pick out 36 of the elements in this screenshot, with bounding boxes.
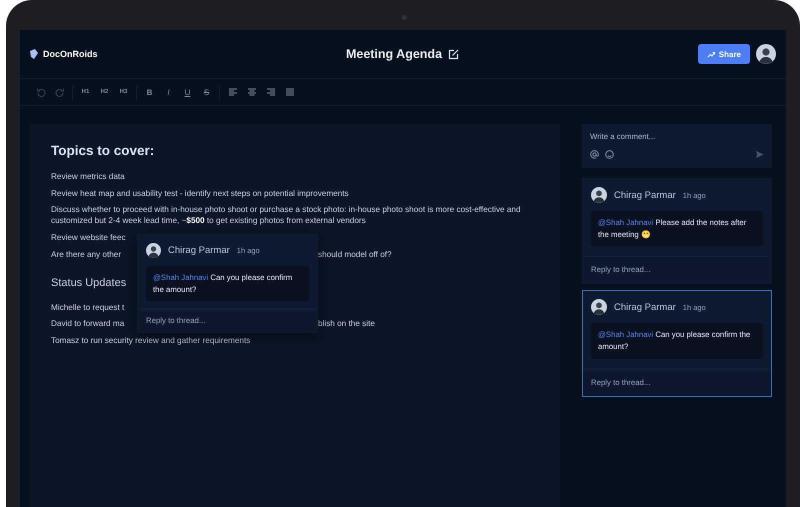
agenda-item: David to forward ma bbox=[51, 318, 124, 330]
underline-button[interactable]: U bbox=[180, 84, 195, 100]
user-avatar[interactable] bbox=[756, 44, 776, 64]
mention-icon[interactable] bbox=[590, 150, 599, 159]
agenda-item: Are there any other bbox=[51, 248, 122, 260]
author-name: Chirag Parmar bbox=[614, 190, 676, 200]
section-heading: Status Updates bbox=[51, 276, 126, 289]
agenda-item: blish on the site bbox=[318, 318, 375, 330]
strike-button[interactable]: S bbox=[199, 84, 214, 100]
agenda-item: Michelle to request t bbox=[51, 302, 124, 313]
emoji-icon[interactable] bbox=[605, 150, 614, 159]
edit-icon[interactable] bbox=[448, 48, 460, 60]
section-heading: Topics to cover: bbox=[51, 143, 154, 158]
share-button[interactable]: Share bbox=[698, 44, 750, 64]
agenda-item: Discuss whether to proceed with in-house photo shoot or purchase a stock photo: in-house photo shoot is more cost-effective and customized but 2-4 week lead time, ~$500 to get existing photos from external vendors bbox=[51, 204, 522, 226]
agenda-item: Review website feec bbox=[51, 232, 126, 244]
author-name: Chirag Parmar bbox=[614, 302, 676, 313]
logo-icon bbox=[29, 49, 39, 59]
agenda-item: Review metrics data bbox=[51, 171, 125, 182]
agenda-item: Review heat map and usability test - identify next steps on potential improvements bbox=[51, 188, 349, 199]
align-right-icon[interactable] bbox=[266, 87, 276, 97]
avatar-icon bbox=[591, 187, 607, 203]
agenda-item: should model off of? bbox=[318, 248, 392, 260]
share-icon bbox=[706, 50, 715, 58]
document-title: Meeting Agenda bbox=[346, 47, 442, 61]
avatar-icon bbox=[146, 243, 161, 258]
app-logo[interactable]: DocOnRoids bbox=[43, 49, 98, 59]
agenda-item: Tomasz to run security review and gather requirements bbox=[51, 335, 250, 346]
avatar-icon bbox=[756, 44, 776, 64]
align-center-icon[interactable] bbox=[246, 87, 256, 97]
align-left-icon[interactable] bbox=[228, 87, 238, 97]
bold-button[interactable]: B bbox=[142, 84, 157, 100]
author-name: Chirag Parmar bbox=[168, 245, 230, 256]
justify-icon[interactable] bbox=[284, 87, 294, 97]
avatar-icon bbox=[591, 299, 607, 316]
italic-button[interactable]: I bbox=[161, 84, 176, 100]
